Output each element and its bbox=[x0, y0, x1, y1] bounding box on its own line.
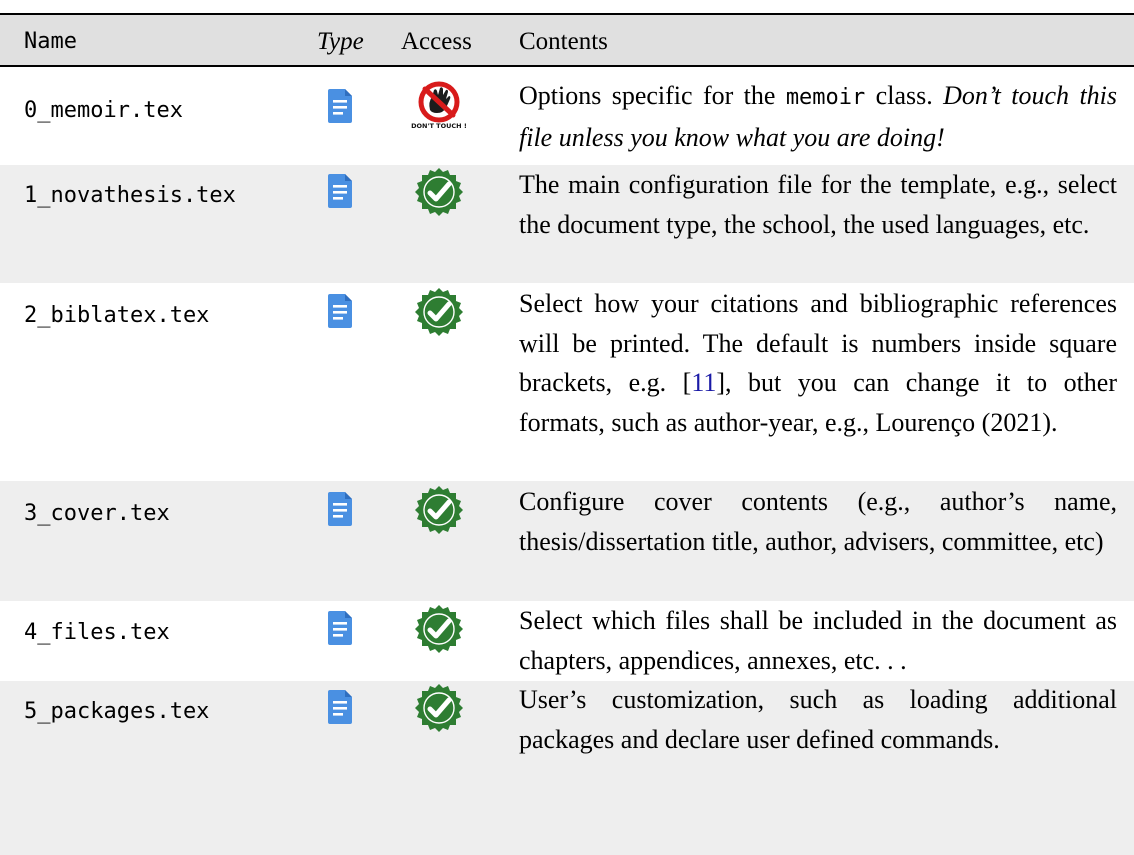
header-name: Name bbox=[24, 29, 77, 54]
dont-touch-label: DON'T TOUCH ! bbox=[411, 122, 467, 130]
file-description: Options specific for the memoir class. D… bbox=[519, 81, 1118, 152]
header-contents: Contents bbox=[519, 28, 608, 55]
document-icon bbox=[327, 173, 353, 209]
file-description: Select how your citations and bibliograp… bbox=[519, 289, 1117, 437]
file-description: Configure cover contents (e.g., author’s… bbox=[519, 487, 1117, 556]
document-icon bbox=[327, 491, 353, 527]
header-type: Type bbox=[317, 28, 364, 55]
file-description: Select which files shall be included in … bbox=[519, 606, 1117, 675]
file-name: 2_biblatex.tex bbox=[24, 303, 210, 328]
citation-link[interactable]: 11 bbox=[691, 368, 716, 397]
file-name: 5_packages.tex bbox=[24, 699, 210, 724]
document-icon bbox=[327, 689, 353, 725]
header-access: Access bbox=[401, 28, 472, 55]
file-name: 3_cover.tex bbox=[24, 501, 170, 526]
check-seal-icon bbox=[413, 286, 465, 338]
file-name: 0_memoir.tex bbox=[24, 98, 183, 123]
check-seal-icon bbox=[413, 682, 465, 734]
check-seal-icon bbox=[413, 166, 465, 218]
document-icon bbox=[327, 88, 353, 124]
no-hand-icon: DON'T TOUCH ! bbox=[411, 80, 467, 132]
check-seal-icon bbox=[413, 484, 465, 536]
file-description: The main configuration file for the temp… bbox=[519, 170, 1117, 239]
check-seal-icon bbox=[413, 603, 465, 655]
file-description: User’s customization, such as loading ad… bbox=[519, 685, 1117, 754]
document-icon bbox=[327, 293, 353, 329]
document-icon bbox=[327, 610, 353, 646]
file-name: 1_novathesis.tex bbox=[24, 183, 236, 208]
file-name: 4_files.tex bbox=[24, 620, 170, 645]
